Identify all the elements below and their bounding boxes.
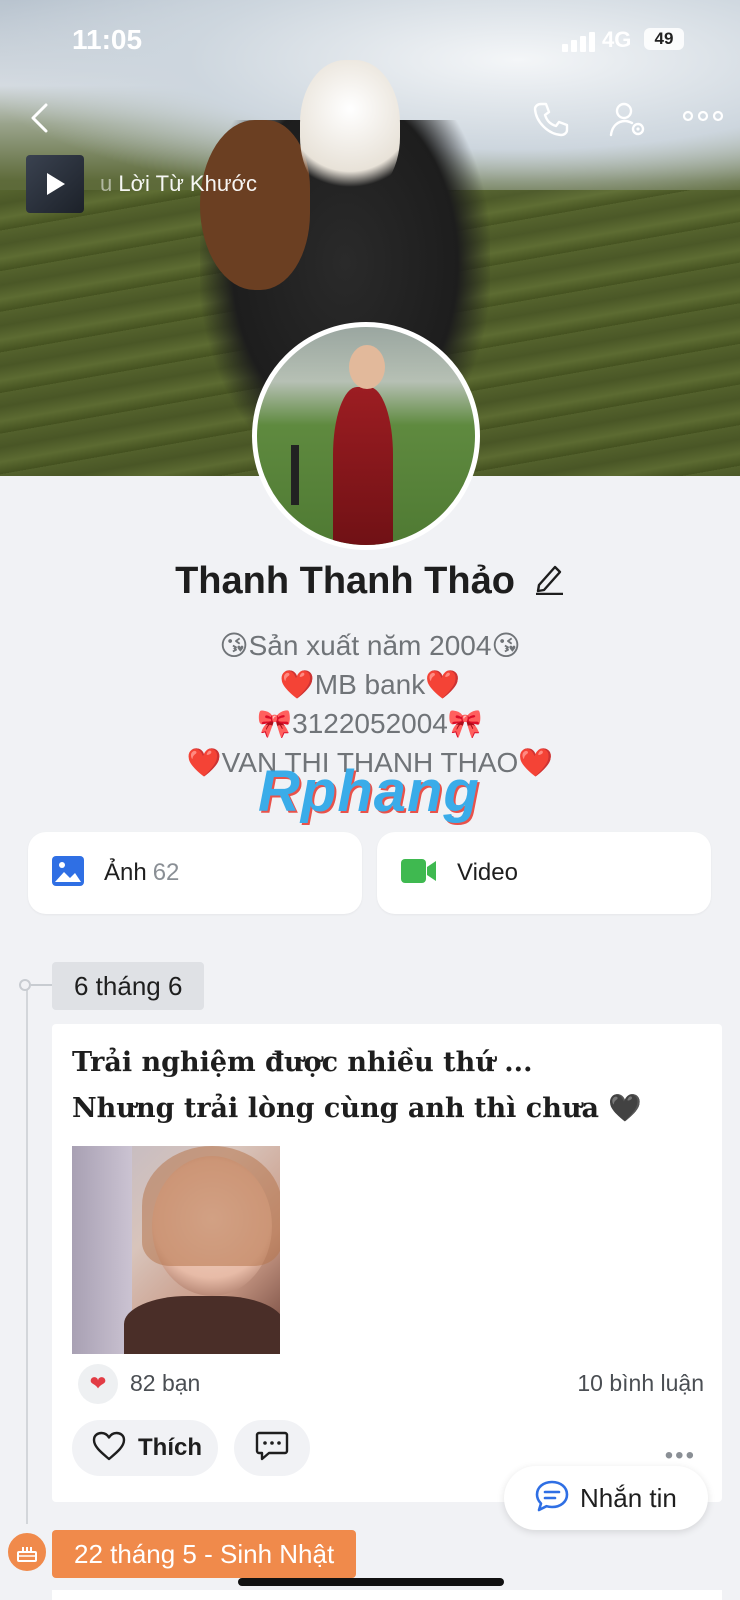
- photos-button[interactable]: Ảnh 62: [28, 832, 362, 914]
- videos-label: Video: [457, 859, 518, 886]
- timeline-connector: [31, 984, 53, 986]
- timeline-date: 6 tháng 6: [52, 962, 205, 1010]
- comment-count[interactable]: 10 bình luận: [577, 1370, 704, 1397]
- photos-label: Ảnh 62: [104, 859, 180, 886]
- next-post-card[interactable]: [52, 1590, 722, 1600]
- post-text-line: Nhưng trải lòng cùng anh thì chưa 🖤: [72, 1093, 642, 1124]
- heart-outline-icon: [92, 1431, 126, 1466]
- avatar-head: [349, 345, 385, 389]
- bio-line: 🎀3122052004🎀: [257, 708, 483, 739]
- profile-music[interactable]: u Lời Từ Khước: [26, 154, 257, 214]
- edit-icon[interactable]: [533, 561, 565, 605]
- home-indicator[interactable]: [238, 1578, 504, 1586]
- photo-hair: [142, 1146, 280, 1266]
- back-icon[interactable]: [28, 102, 52, 139]
- avatar[interactable]: [252, 322, 480, 550]
- network-type: 4G: [602, 27, 632, 52]
- chat-icon: [534, 1479, 570, 1518]
- status-bar: 11:05 4G 49: [0, 0, 740, 86]
- video-icon: [401, 858, 437, 889]
- comment-button[interactable]: [234, 1420, 310, 1476]
- cake-icon: [5, 1530, 49, 1574]
- heart-icon[interactable]: ❤: [78, 1364, 118, 1404]
- comment-icon: [255, 1430, 289, 1467]
- post-card[interactable]: Trải nghiệm được nhiều thứ ... Nhưng trả…: [52, 1024, 722, 1502]
- bio-line: ❤️MB bank❤️: [279, 669, 461, 700]
- like-label: Thích: [138, 1434, 202, 1461]
- user-settings-icon[interactable]: [608, 100, 648, 145]
- timeline-line: [26, 984, 28, 1524]
- music-cover[interactable]: [26, 155, 84, 213]
- avatar-lamp: [291, 445, 299, 505]
- post-text-line: Trải nghiệm được nhiều thứ ...: [72, 1047, 533, 1078]
- post-text: Trải nghiệm được nhiều thứ ... Nhưng trả…: [72, 1040, 642, 1132]
- play-icon[interactable]: [47, 173, 65, 195]
- watermark: Rphang: [258, 759, 480, 824]
- like-button[interactable]: Thích: [72, 1420, 218, 1476]
- signal-icon: [562, 30, 596, 52]
- photo-icon: [52, 855, 84, 891]
- timeline-dot: [19, 979, 31, 991]
- more-icon[interactable]: [682, 108, 724, 129]
- bio-line: 😘Sản xuất năm 2004😘: [219, 630, 521, 661]
- message-label: Nhắn tin: [580, 1482, 677, 1513]
- avatar-dress: [333, 387, 393, 545]
- battery-indicator: 49: [644, 28, 684, 50]
- phone-icon[interactable]: [532, 100, 570, 143]
- reaction-row: ❤ 82 bạn 10 bình luận: [76, 1364, 716, 1404]
- timeline-date-birthday: 22 tháng 5 - Sinh Nhật: [52, 1530, 357, 1578]
- profile-name: Thanh Thanh Thảo: [0, 560, 740, 605]
- photo-curtain: [72, 1146, 132, 1354]
- message-button[interactable]: Nhắn tin: [504, 1466, 708, 1530]
- videos-button[interactable]: Video: [377, 832, 711, 914]
- music-title: u Lời Từ Khước: [100, 171, 257, 196]
- status-time: 11:05: [72, 24, 143, 55]
- profile-name-text: Thanh Thanh Thảo: [175, 560, 515, 602]
- reaction-count[interactable]: 82 bạn: [130, 1370, 200, 1397]
- photo-top: [124, 1296, 280, 1354]
- post-photo[interactable]: [72, 1146, 280, 1354]
